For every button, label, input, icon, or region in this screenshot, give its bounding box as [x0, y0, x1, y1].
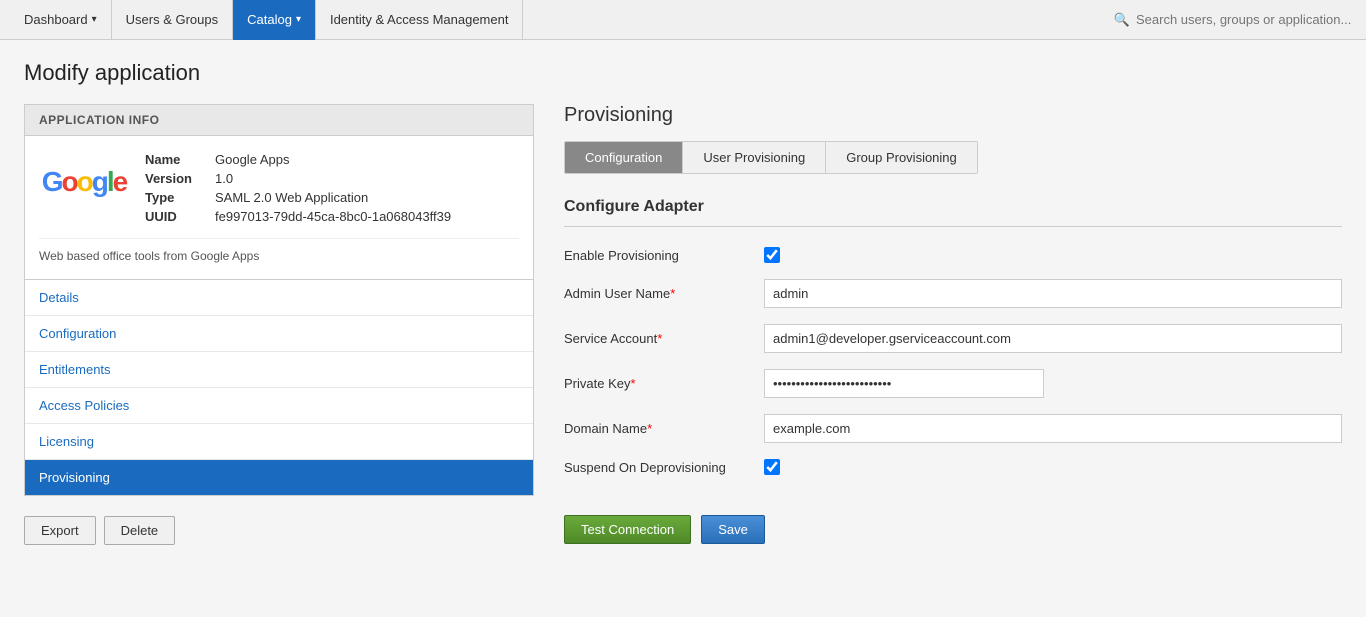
app-info-body: Google Name Google Apps Version 1.0: [25, 136, 533, 279]
nav-dashboard[interactable]: Dashboard ▾: [10, 0, 112, 40]
private-key-label: Private Key*: [564, 376, 744, 391]
enable-provisioning-label: Enable Provisioning: [564, 248, 744, 263]
tab-configuration[interactable]: Configuration: [565, 142, 683, 173]
content-area: APPLICATION INFO Google Name Google Apps: [24, 104, 1342, 545]
sidebar-item-access-policies[interactable]: Access Policies: [25, 388, 533, 424]
left-panel: APPLICATION INFO Google Name Google Apps: [24, 104, 534, 545]
side-navigation: Details Configuration Entitlements Acces…: [24, 280, 534, 496]
enable-provisioning-row: Enable Provisioning: [564, 247, 1342, 263]
admin-user-name-input[interactable]: [764, 279, 1342, 308]
sidebar-item-licensing[interactable]: Licensing: [25, 424, 533, 460]
suspend-on-deprovisioning-checkbox[interactable]: [764, 459, 780, 475]
sidebar-item-provisioning[interactable]: Provisioning: [25, 460, 533, 495]
uuid-row: UUID fe997013-79dd-45ca-8bc0-1a068043ff3…: [145, 209, 451, 224]
sidebar-item-entitlements[interactable]: Entitlements: [25, 352, 533, 388]
app-description: Web based office tools from Google Apps: [39, 238, 519, 263]
page-title: Modify application: [24, 60, 1342, 86]
configure-divider: [564, 226, 1342, 227]
nav-users-groups[interactable]: Users & Groups: [112, 0, 233, 40]
delete-button[interactable]: Delete: [104, 516, 176, 545]
nav-catalog-label: Catalog: [247, 12, 292, 27]
search-container: 🔍: [1114, 12, 1356, 28]
suspend-on-deprovisioning-label: Suspend On Deprovisioning: [564, 460, 744, 475]
search-input[interactable]: [1136, 12, 1356, 27]
name-value: Google Apps: [215, 152, 289, 167]
nav-iam[interactable]: Identity & Access Management: [316, 0, 523, 40]
version-value: 1.0: [215, 171, 233, 186]
uuid-label: UUID: [145, 209, 205, 224]
version-label: Version: [145, 171, 205, 186]
service-account-input[interactable]: [764, 324, 1342, 353]
provisioning-title: Provisioning: [564, 104, 1342, 127]
configure-adapter-title: Configure Adapter: [564, 198, 1342, 216]
uuid-value: fe997013-79dd-45ca-8bc0-1a068043ff39: [215, 209, 451, 224]
save-button[interactable]: Save: [701, 515, 765, 544]
type-label: Type: [145, 190, 205, 205]
form-actions: Test Connection Save: [564, 505, 1342, 544]
tab-group-provisioning[interactable]: Group Provisioning: [826, 142, 977, 173]
main-content: Modify application APPLICATION INFO Goog…: [0, 40, 1366, 565]
app-info-header: APPLICATION INFO: [25, 105, 533, 136]
app-info-box: APPLICATION INFO Google Name Google Apps: [24, 104, 534, 280]
nav-catalog[interactable]: Catalog ▾: [233, 0, 316, 40]
app-details-table: Name Google Apps Version 1.0 Type SAML 2…: [145, 152, 451, 228]
bottom-buttons: Export Delete: [24, 516, 534, 545]
domain-name-label: Domain Name*: [564, 421, 744, 436]
tab-user-provisioning[interactable]: User Provisioning: [683, 142, 826, 173]
admin-user-name-label: Admin User Name*: [564, 286, 744, 301]
private-key-row: Private Key*: [564, 369, 1342, 398]
nav-dashboard-label: Dashboard: [24, 12, 88, 27]
right-panel: Provisioning Configuration User Provisio…: [534, 104, 1342, 545]
version-row: Version 1.0: [145, 171, 451, 186]
sidebar-item-details[interactable]: Details: [25, 280, 533, 316]
configure-adapter-section: Configure Adapter Enable Provisioning Ad…: [564, 198, 1342, 544]
export-button[interactable]: Export: [24, 516, 96, 545]
enable-provisioning-checkbox[interactable]: [764, 247, 780, 263]
type-value: SAML 2.0 Web Application: [215, 190, 368, 205]
name-label: Name: [145, 152, 205, 167]
nav-dashboard-arrow: ▾: [92, 14, 97, 25]
admin-user-name-row: Admin User Name*: [564, 279, 1342, 308]
service-account-label: Service Account*: [564, 331, 744, 346]
top-navigation: Dashboard ▾ Users & Groups Catalog ▾ Ide…: [0, 0, 1366, 40]
google-logo-text: Google: [42, 166, 126, 198]
private-key-input[interactable]: [764, 369, 1044, 398]
suspend-on-deprovisioning-row: Suspend On Deprovisioning: [564, 459, 1342, 475]
service-account-row: Service Account*: [564, 324, 1342, 353]
search-icon: 🔍: [1114, 12, 1130, 28]
type-row: Type SAML 2.0 Web Application: [145, 190, 451, 205]
name-row: Name Google Apps: [145, 152, 451, 167]
sidebar-item-configuration[interactable]: Configuration: [25, 316, 533, 352]
nav-users-groups-label: Users & Groups: [126, 12, 218, 27]
domain-name-row: Domain Name*: [564, 414, 1342, 443]
nav-iam-label: Identity & Access Management: [330, 12, 508, 27]
app-info-row: Google Name Google Apps Version 1.0: [39, 152, 519, 228]
provisioning-tabs: Configuration User Provisioning Group Pr…: [564, 141, 978, 174]
app-logo: Google: [39, 152, 129, 212]
test-connection-button[interactable]: Test Connection: [564, 515, 691, 544]
nav-catalog-arrow: ▾: [296, 14, 301, 25]
domain-name-input[interactable]: [764, 414, 1342, 443]
